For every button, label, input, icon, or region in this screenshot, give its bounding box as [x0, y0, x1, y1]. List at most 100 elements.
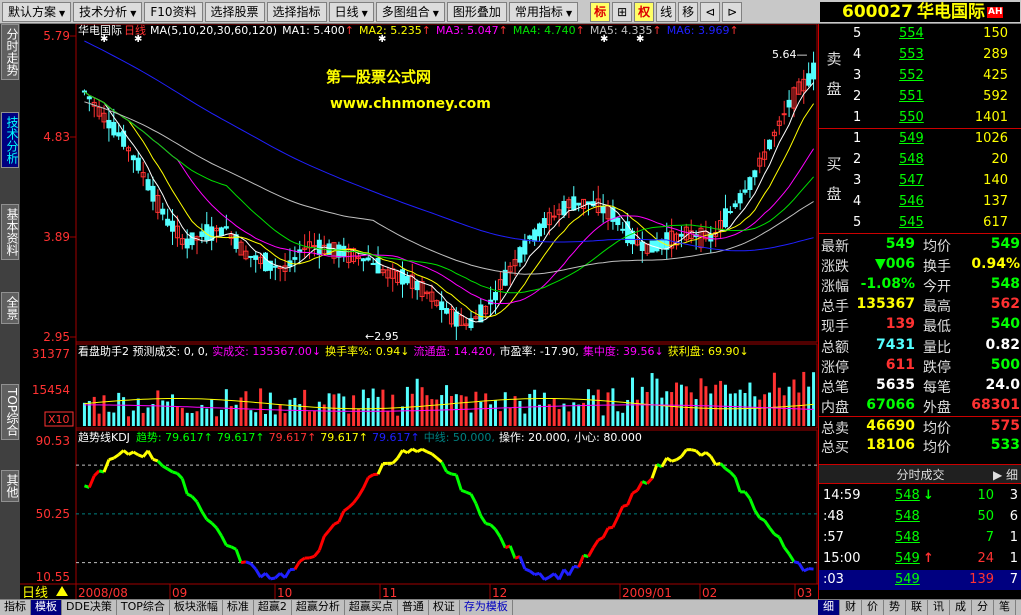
side-tab-2[interactable]: 基本资料 [1, 204, 19, 260]
panel-tab-8[interactable]: 笔 [994, 600, 1016, 615]
sell-row[interactable]: 3 552 425 [849, 66, 1021, 87]
template-tab-1[interactable]: 模板 [31, 600, 62, 615]
volume-bar [185, 412, 189, 426]
play-icon[interactable]: ▶ 细 [993, 465, 1018, 485]
chart-area[interactable]: 5.64— ←2.95 5.79 4.83 3.89 2.95 华电国际 日线 MA(5,10,… [20, 23, 818, 601]
template-tab-3[interactable]: TOP综合 [117, 600, 170, 615]
menu-5[interactable]: 日线 ▼ [328, 1, 374, 22]
triangle-icon[interactable] [56, 586, 68, 596]
volume-bar [733, 393, 737, 426]
kdj-trend-segment [270, 576, 276, 581]
toolbar-button-4[interactable]: 移 [678, 1, 699, 22]
toolbar-button-1[interactable]: ⊞ [612, 1, 633, 22]
volume-bar [665, 391, 669, 426]
tick-row[interactable]: :48 548 50 6 [819, 507, 1021, 527]
quote-row: 涨跌 ▼006 换手 0.94% [819, 255, 1021, 275]
candle-body [737, 193, 743, 204]
quote-label: 外盘 [923, 399, 951, 416]
template-tab-8[interactable]: 超赢买点 [345, 600, 398, 615]
toolbar-button-0[interactable]: 标 [590, 1, 611, 22]
sell-row[interactable]: 5 554 150 [849, 24, 1021, 45]
tick-row[interactable]: :03 549 139 7 [819, 570, 1021, 590]
period-badge[interactable]: 日线 [22, 586, 48, 601]
ma-arrow: ↑ [653, 24, 662, 37]
menu-7[interactable]: 图形叠加 [446, 1, 507, 22]
menu-4[interactable]: 选择指标 [266, 1, 327, 22]
tick-row[interactable]: 14:59 548 ↓ 10 3 [819, 486, 1021, 506]
panel-tab-2[interactable]: 价 [862, 600, 884, 615]
volume-bar [381, 389, 385, 426]
buy-row[interactable]: 3 547 140 [849, 171, 1021, 192]
template-tab-6[interactable]: 超赢2 [254, 600, 292, 615]
quote-label: 最高 [923, 299, 951, 316]
sell-row[interactable]: 4 553 289 [849, 45, 1021, 66]
panel-tab-5[interactable]: 讯 [928, 600, 950, 615]
panel-tab-4[interactable]: 联 [906, 600, 928, 615]
template-tab-2[interactable]: DDE决策 [62, 600, 117, 615]
x-tick-label: 10 [277, 586, 292, 599]
volume: 140 [983, 173, 1008, 188]
side-tab-3[interactable]: 全景 [1, 292, 19, 324]
template-tab-7[interactable]: 超赢分析 [292, 600, 345, 615]
panel-tab-1[interactable]: 财 [840, 600, 862, 615]
buy-row[interactable]: 5 545 617 [849, 213, 1021, 234]
panel-tab-3[interactable]: 势 [884, 600, 906, 615]
tick-row[interactable]: 15:00 549 ↑ 24 1 [819, 549, 1021, 569]
volume-bar [640, 386, 644, 426]
volume: 150 [983, 26, 1008, 41]
kdj-trend-segment [264, 572, 272, 580]
vol-name: 看盘助手2 预测成交: 0, 0, [78, 344, 208, 358]
menu-3[interactable]: 选择股票 [204, 1, 265, 22]
template-tab-4[interactable]: 板块涨幅 [170, 600, 223, 615]
level: 2 [853, 89, 862, 104]
menu-8[interactable]: 常用指标 ▼ [508, 1, 579, 22]
side-tab-0[interactable]: 分时走势 [1, 24, 19, 80]
candle-body [752, 170, 758, 178]
template-tab-11[interactable]: 存为模板 [460, 600, 513, 615]
side-tab-5[interactable]: 其他 [1, 470, 19, 502]
kdj-trend-segment [622, 503, 628, 508]
template-tab-0[interactable]: 指标 [0, 600, 31, 615]
toolbar-button-2[interactable]: 权 [634, 1, 655, 22]
candle-body [722, 208, 728, 228]
menu-6[interactable]: 多图组合 ▼ [375, 1, 445, 22]
menu-label: 多图组合 [381, 4, 430, 19]
volume-bar [660, 397, 664, 426]
menu-2[interactable]: F10资料 [144, 1, 203, 22]
tick-volume: 10 [977, 488, 994, 503]
volume-bar [190, 413, 194, 426]
side-tab-1[interactable]: 技术分析 [1, 112, 19, 168]
kdj-trend-segment [445, 470, 453, 476]
panel-tab-6[interactable]: 成 [950, 600, 972, 615]
toolbar-button-6[interactable]: ⊳ [722, 1, 743, 22]
buy-row[interactable]: 1 549 1026 [849, 129, 1021, 150]
sell-row[interactable]: 1 550 1401 [849, 108, 1021, 129]
toolbar-button-5[interactable]: ⊲ [700, 1, 721, 22]
buy-row[interactable]: 4 546 137 [849, 192, 1021, 213]
ticks-header[interactable]: 分时成交 ▶ 细 [819, 464, 1021, 484]
volume-header: 看盘助手2 预测成交: 0, 0, 实成交: 135367.00↓ 换手率%: 0.… [78, 344, 749, 358]
kdj-trend-segment [626, 492, 634, 506]
side-tab-4[interactable]: TOP综合 [1, 384, 19, 441]
template-tab-5[interactable]: 标准 [223, 600, 254, 615]
volume-bar [484, 393, 488, 426]
tick-row[interactable]: :57 548 7 1 [819, 528, 1021, 548]
kdj-trend-segment [146, 449, 155, 461]
quote-label: 均价 [923, 239, 951, 255]
menu-1[interactable]: 技术分析 ▼ [73, 1, 143, 22]
toolbar-button-3[interactable]: 线 [656, 1, 677, 22]
kdj-trend-segment [793, 560, 800, 565]
kdj-trend-segment [435, 456, 443, 464]
volume-bar [498, 411, 502, 426]
template-tab-9[interactable]: 普通 [398, 600, 429, 615]
candle-body [248, 255, 254, 258]
price: 550 [899, 110, 924, 125]
panel-tab-0[interactable]: 细 [818, 600, 840, 615]
panel-tab-7[interactable]: 分 [972, 600, 994, 615]
template-tab-10[interactable]: 权证 [429, 600, 460, 615]
menu-0[interactable]: 默认方案 ▼ [2, 1, 72, 22]
kdj-trend-segment [347, 501, 355, 509]
buy-row[interactable]: 2 548 20 [849, 150, 1021, 171]
sell-row[interactable]: 2 551 592 [849, 87, 1021, 108]
kline-chart[interactable]: 5.64—←2.955.794.833.892.95华电国际 日线 MA(5,10,… [20, 23, 818, 601]
